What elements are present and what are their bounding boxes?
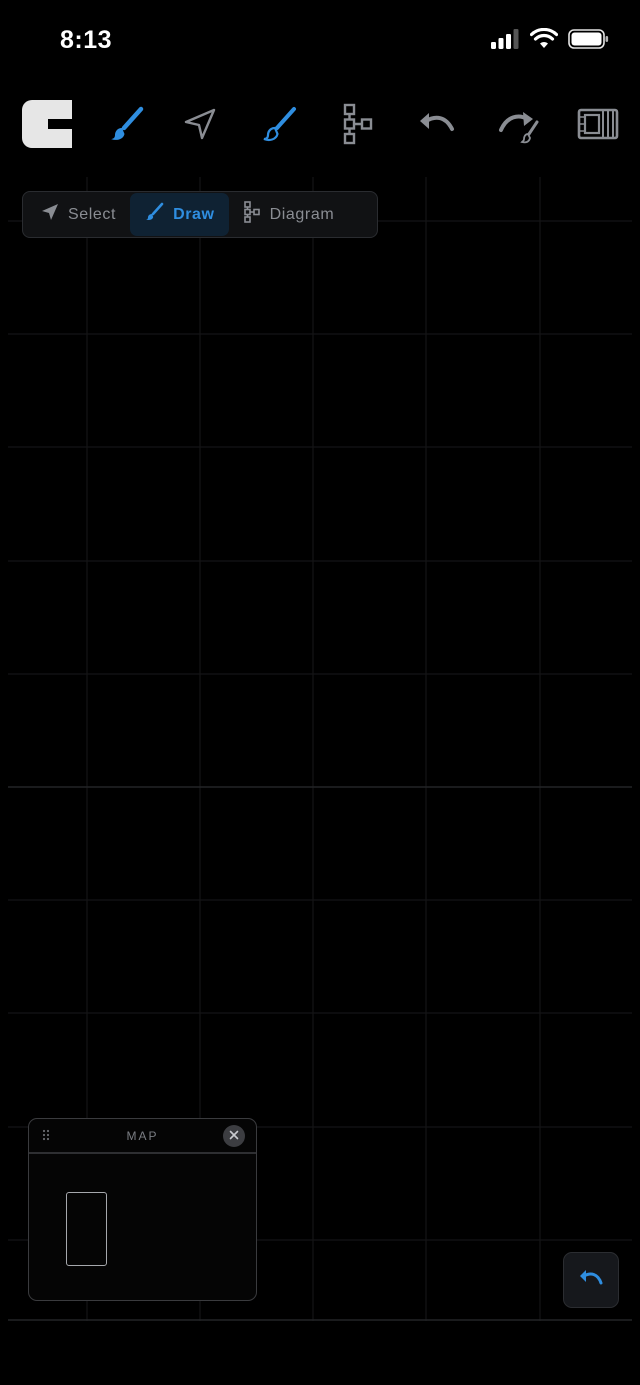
mode-diagram-label: Diagram [269, 205, 335, 223]
close-icon [229, 1127, 239, 1145]
minimap-panel[interactable]: MAP [28, 1118, 257, 1301]
redo-icon[interactable] [492, 96, 548, 152]
signal-icon [490, 28, 520, 55]
draw-icon[interactable] [251, 96, 307, 152]
undo-icon [578, 1268, 604, 1293]
main-toolbar [0, 92, 640, 158]
mode-select-button[interactable]: Select [27, 193, 130, 236]
minimap-viewport[interactable] [66, 1192, 107, 1266]
diagram-icon[interactable] [330, 96, 386, 152]
frames-icon[interactable] [570, 96, 626, 152]
status-bar: 8:13 [0, 0, 640, 84]
minimap-title: MAP [126, 1129, 159, 1143]
mode-switcher: Select Draw Diagram [22, 191, 378, 238]
navigate-icon[interactable] [172, 96, 228, 152]
mode-draw-label: Draw [173, 205, 215, 223]
mode-select-label: Select [68, 205, 117, 223]
undo-icon[interactable] [408, 96, 464, 152]
brush-icon[interactable] [98, 96, 154, 152]
brush-icon [144, 202, 164, 227]
navigate-icon [41, 203, 59, 226]
status-time: 8:13 [60, 26, 113, 54]
status-indicators [490, 27, 610, 55]
logo-icon[interactable] [18, 94, 76, 154]
minimap-header[interactable]: MAP [29, 1119, 256, 1154]
wifi-icon [529, 27, 559, 55]
diagram-icon [243, 201, 261, 228]
mode-diagram-button[interactable]: Diagram [229, 193, 349, 236]
floating-undo-button[interactable] [563, 1252, 619, 1308]
battery-icon [568, 28, 610, 55]
minimap-close-button[interactable] [223, 1125, 245, 1147]
mode-draw-button[interactable]: Draw [130, 193, 229, 236]
